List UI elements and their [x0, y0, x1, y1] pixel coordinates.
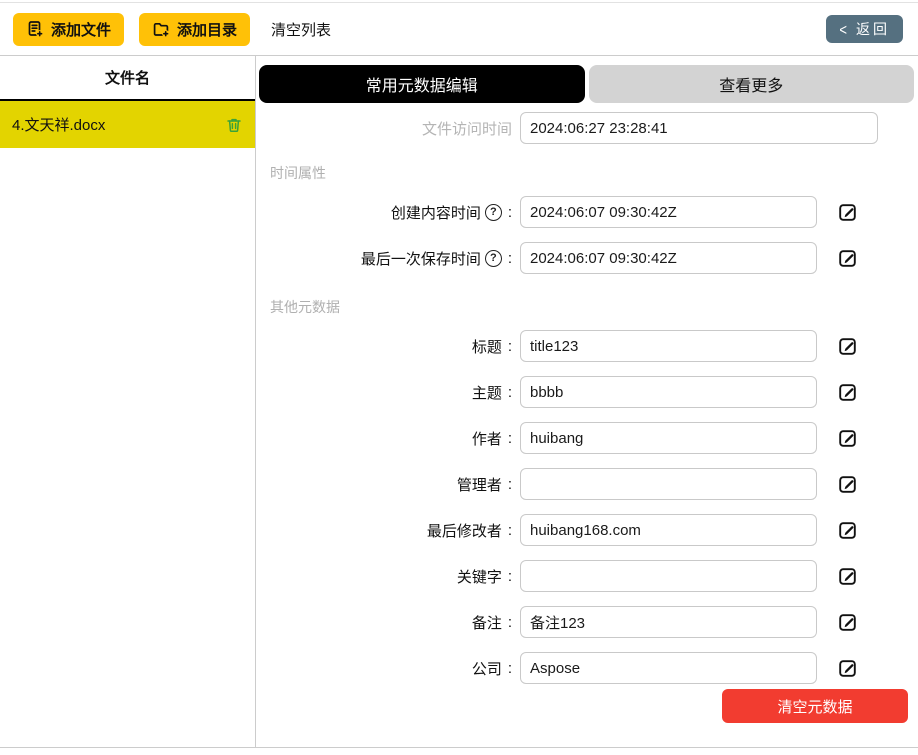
section-heading-time: 时间属性: [270, 165, 326, 181]
edit-icon-button[interactable]: [838, 566, 858, 586]
danger-button-row: 清空元数据: [259, 689, 914, 723]
app-window: 添加文件 添加目录 清空列表 < 返回 文件名 4.文天祥.docx 常用元数据…: [0, 2, 918, 748]
help-icon[interactable]: ?: [484, 249, 502, 267]
last-modified-by-input[interactable]: [520, 514, 817, 546]
edit-icon-button[interactable]: [838, 202, 858, 222]
form-row-keywords: 关键字 :: [259, 560, 914, 592]
form-row-company: 公司 :: [259, 652, 914, 684]
tab-view-more[interactable]: 查看更多: [588, 65, 914, 103]
file-list-header: 文件名: [0, 56, 255, 101]
company-input[interactable]: [520, 652, 817, 684]
form-row-subject: 主题 :: [259, 376, 914, 408]
metadata-form: 文件访问时间 时间属性 创建内容时间 ? :: [259, 112, 914, 747]
chevron-left-icon: <: [839, 20, 847, 38]
edit-icon-button[interactable]: [838, 382, 858, 402]
back-button[interactable]: < 返回: [826, 15, 903, 43]
help-icon[interactable]: ?: [484, 203, 502, 221]
folder-plus-icon: [152, 20, 170, 38]
access-time-label: 文件访问时间: [421, 120, 512, 138]
label-colon: :: [507, 203, 512, 221]
delete-file-button[interactable]: [225, 116, 243, 134]
label-colon: :: [507, 249, 512, 267]
form-row-creation-time: 创建内容时间 ? :: [259, 196, 914, 228]
manager-label: 管理者: [456, 476, 502, 494]
file-list-item-selected[interactable]: 4.文天祥.docx: [0, 101, 255, 148]
keywords-label: 关键字: [456, 568, 502, 586]
title-label: 标题: [471, 338, 502, 356]
form-row-author: 作者 :: [259, 422, 914, 454]
author-input[interactable]: [520, 422, 817, 454]
toolbar: 添加文件 添加目录 清空列表 < 返回: [0, 3, 918, 56]
section-heading-other: 其他元数据: [270, 299, 340, 315]
add-directory-label: 添加目录: [177, 21, 238, 39]
subject-label: 主题: [471, 384, 502, 402]
label-colon: :: [507, 659, 512, 677]
edit-icon-button[interactable]: [838, 248, 858, 268]
label-colon: :: [507, 613, 512, 631]
label-colon: :: [507, 337, 512, 355]
creation-time-input[interactable]: [520, 196, 817, 228]
form-row-access-time: 文件访问时间: [259, 112, 914, 144]
author-label: 作者: [471, 430, 502, 448]
form-row-last-modified-by: 最后修改者 :: [259, 514, 914, 546]
edit-icon-button[interactable]: [838, 658, 858, 678]
comments-input[interactable]: [520, 606, 817, 638]
last-modified-by-label: 最后修改者: [426, 522, 502, 540]
edit-icon-button[interactable]: [838, 474, 858, 494]
back-label: 返回: [856, 21, 890, 37]
form-row-comments: 备注 :: [259, 606, 914, 638]
clear-list-link[interactable]: 清空列表: [271, 19, 331, 40]
clear-metadata-button[interactable]: 清空元数据: [722, 689, 908, 723]
file-list-panel: 文件名 4.文天祥.docx: [0, 56, 256, 747]
label-colon: :: [507, 383, 512, 401]
edit-icon-button[interactable]: [838, 520, 858, 540]
last-saved-time-label: 最后一次保存时间: [360, 250, 481, 268]
manager-input[interactable]: [520, 468, 817, 500]
label-colon: :: [507, 521, 512, 539]
company-label: 公司: [471, 660, 502, 678]
comments-label: 备注: [471, 614, 502, 632]
content-split: 文件名 4.文天祥.docx 常用元数据编辑 查看更多 文件访问时间 2024:…: [0, 56, 918, 747]
file-plus-icon: [26, 20, 44, 38]
add-directory-button[interactable]: 添加目录: [139, 12, 251, 46]
title-input[interactable]: [520, 330, 817, 362]
metadata-editor-panel: 常用元数据编辑 查看更多 文件访问时间 时间属性 创建内容时间 ?: [256, 56, 918, 747]
subject-input[interactable]: [520, 376, 817, 408]
form-row-title: 标题 :: [259, 330, 914, 362]
edit-icon-button[interactable]: [838, 612, 858, 632]
form-row-manager: 管理者 :: [259, 468, 914, 500]
file-name: 4.文天祥.docx: [12, 117, 106, 134]
label-colon: :: [507, 429, 512, 447]
edit-icon-button[interactable]: [838, 428, 858, 448]
tab-bar: 常用元数据编辑 查看更多: [259, 65, 914, 103]
add-file-button[interactable]: 添加文件: [13, 12, 125, 46]
trash-icon: [225, 116, 243, 134]
edit-icon-button[interactable]: [838, 336, 858, 356]
access-time-input[interactable]: [520, 112, 878, 144]
label-colon: :: [507, 567, 512, 585]
form-row-last-saved-time: 最后一次保存时间 ? :: [259, 242, 914, 274]
last-saved-time-input[interactable]: [520, 242, 817, 274]
add-file-label: 添加文件: [51, 21, 112, 39]
keywords-input[interactable]: [520, 560, 817, 592]
tab-common-metadata-edit[interactable]: 常用元数据编辑: [259, 65, 585, 103]
creation-time-label: 创建内容时间: [390, 204, 481, 222]
label-colon: :: [507, 475, 512, 493]
